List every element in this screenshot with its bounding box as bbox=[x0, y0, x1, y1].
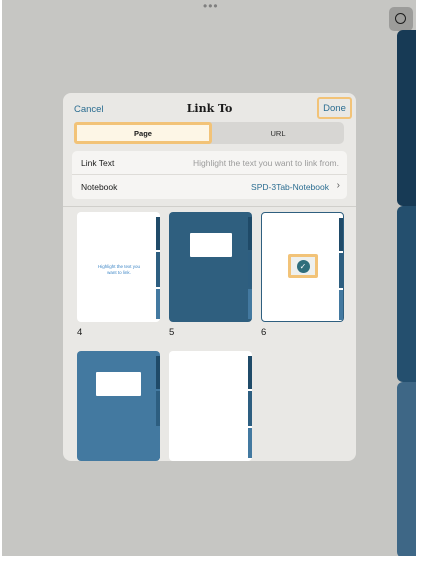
segment-url[interactable]: URL bbox=[212, 122, 344, 144]
cover-label bbox=[96, 372, 141, 396]
link-type-segmented-control: Page URL bbox=[74, 122, 344, 144]
notebook-tab-3[interactable] bbox=[397, 382, 416, 556]
segment-url-label: URL bbox=[270, 128, 286, 138]
more-dots-icon[interactable]: ••• bbox=[203, 0, 219, 12]
segment-page[interactable]: Page bbox=[74, 122, 212, 144]
circle-icon[interactable] bbox=[389, 7, 413, 31]
segment-page-label: Page bbox=[134, 128, 152, 138]
link-text-placeholder: Highlight the text you want to link from… bbox=[193, 158, 339, 168]
done-label: Done bbox=[323, 102, 346, 114]
link-text-label: Link Text bbox=[81, 158, 115, 168]
page-thumbnail-7[interactable] bbox=[77, 351, 160, 461]
page-thumbnail-6[interactable]: ✓ bbox=[261, 212, 344, 322]
link-settings-list: Link Text Highlight the text you want to… bbox=[72, 151, 347, 199]
notebook-value[interactable]: SPD-3Tab-Notebook bbox=[251, 182, 329, 192]
selected-indicator: ✓ bbox=[288, 254, 318, 278]
page-thumbnail-8[interactable] bbox=[169, 351, 252, 461]
page-4-text: Highlight the text you want to link. bbox=[97, 264, 141, 275]
notebook-tab-2[interactable] bbox=[397, 206, 416, 382]
chevron-right-icon: › bbox=[336, 180, 340, 191]
link-to-dialog: Cancel Link To Done Page URL Link Text H… bbox=[63, 93, 356, 461]
notebook-tab-1[interactable] bbox=[397, 30, 416, 206]
app-screen: ••• Cancel Link To Done Page URL Link Te… bbox=[2, 0, 416, 556]
notebook-label: Notebook bbox=[81, 182, 118, 192]
page-thumbnail-5[interactable] bbox=[169, 212, 252, 322]
page-thumbnail-4[interactable]: Highlight the text you want to link. bbox=[77, 212, 160, 322]
checkmark-circle-icon: ✓ bbox=[296, 259, 310, 273]
page-number-6: 6 bbox=[261, 327, 267, 338]
cover-label bbox=[190, 233, 232, 257]
page-number-5: 5 bbox=[169, 327, 175, 338]
link-text-row[interactable]: Link Text Highlight the text you want to… bbox=[72, 151, 347, 175]
done-button[interactable]: Done bbox=[317, 97, 352, 119]
divider bbox=[63, 206, 356, 207]
page-number-4: 4 bbox=[77, 327, 83, 338]
notebook-row[interactable]: Notebook SPD-3Tab-Notebook › bbox=[72, 175, 347, 199]
dialog-title: Link To bbox=[186, 102, 233, 115]
